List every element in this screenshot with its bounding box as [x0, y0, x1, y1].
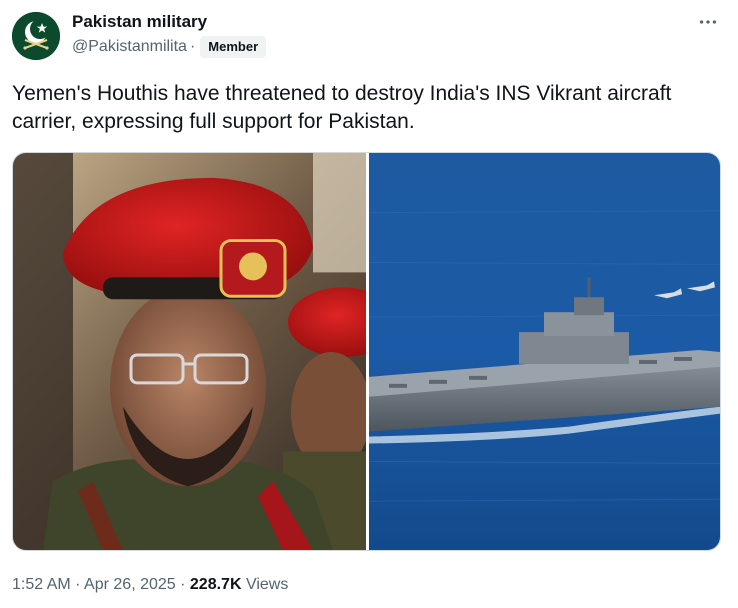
author-display-name[interactable]: Pakistan military: [72, 12, 207, 32]
views-count: 228.7K: [189, 576, 242, 593]
media-image-carrier[interactable]: [369, 153, 720, 550]
tweet-card: Pakistan military @Pakistanmilita · Memb…: [0, 0, 738, 608]
meta-separator: ·: [180, 576, 186, 593]
handle-separator: ·: [189, 38, 196, 55]
tweet-timestamp[interactable]: 1:52 AM · Apr 26, 2025: [12, 576, 176, 593]
member-badge[interactable]: Member: [200, 36, 267, 58]
media-grid: [12, 152, 721, 551]
views-label: Views: [245, 576, 289, 593]
tweet-date: Apr 26, 2025: [84, 576, 176, 593]
aircraft-carrier-at-sea-photo: [369, 153, 720, 550]
author-handle[interactable]: @Pakistanmilita: [72, 38, 187, 56]
military-officer-red-beret-photo: [13, 153, 366, 550]
author-handle-row: @Pakistanmilita · Member: [72, 36, 267, 58]
tweet-time: 1:52 AM: [12, 576, 71, 593]
more-horizontal-icon: [699, 20, 717, 24]
author-avatar[interactable]: [12, 12, 60, 60]
tweet-meta: 1:52 AM · Apr 26, 2025 · 228.7K Views: [12, 575, 288, 595]
media-image-officer[interactable]: [13, 153, 366, 550]
meta-separator: ·: [75, 576, 81, 593]
tweet-text: Yemen's Houthis have threatened to destr…: [12, 82, 672, 133]
crescent-star-swords-logo: [12, 12, 60, 60]
more-options-button[interactable]: [694, 10, 722, 34]
